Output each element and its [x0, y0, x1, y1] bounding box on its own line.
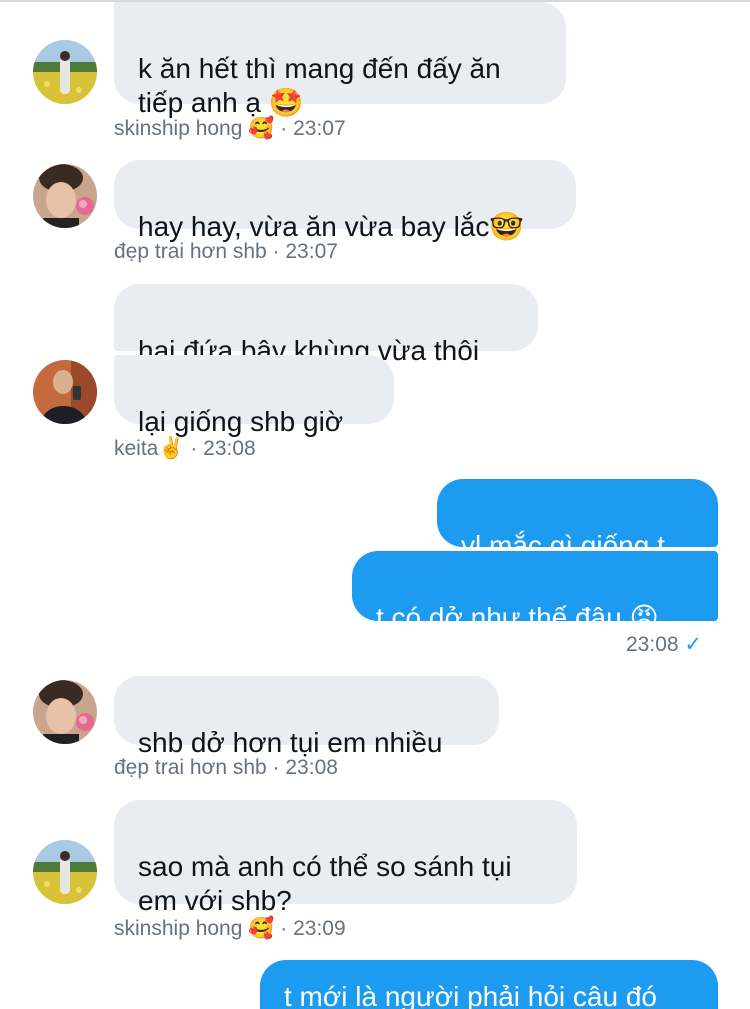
- victory-hand-emoji-icon: ✌️: [158, 436, 185, 460]
- field-photo-avatar-icon: [33, 840, 97, 904]
- timestamp: · 23:09: [280, 917, 346, 940]
- message-text: shb dở hơn tụi em nhiều: [138, 727, 443, 758]
- message-bubble[interactable]: lại giống shb giờ: [114, 355, 394, 437]
- message-meta: đẹp trai hơn shb · 23:07: [114, 240, 338, 264]
- message-meta: skinship hong 🥰 · 23:07: [114, 116, 346, 141]
- avatar-dep-trai-hon-shb[interactable]: [33, 680, 97, 744]
- nerd-face-emoji-icon: 🤓: [489, 210, 525, 243]
- timestamp: · 23:07: [272, 240, 338, 263]
- chat-thread: k ăn hết thì mang đến đấy ăn tiếp anh ạ …: [0, 0, 750, 1009]
- message-bubble[interactable]: sao mà anh có thể so sánh tụi em với shb…: [114, 800, 577, 916]
- sender-name[interactable]: skinship hong: [114, 917, 242, 940]
- message-text: lại giống shb giờ: [138, 406, 344, 437]
- message-bubble[interactable]: vl mắc gì giống t: [437, 479, 718, 561]
- avatar-skinship-hong[interactable]: [33, 840, 97, 904]
- message-meta: skinship hong 🥰 · 23:09: [114, 916, 346, 941]
- sender-name[interactable]: skinship hong: [114, 117, 242, 140]
- message-meta: đẹp trai hơn shb · 23:08: [114, 756, 338, 780]
- mirror-selfie-avatar-icon: [33, 360, 97, 424]
- message-text: t mới là người phải hỏi câu đó: [284, 981, 657, 1009]
- avatar-skinship-hong[interactable]: [33, 40, 97, 104]
- seen-check-icon: ✓: [684, 633, 703, 656]
- smiling-hearts-emoji-icon: 🥰: [248, 916, 275, 940]
- selfie-flower-avatar-icon: [33, 164, 97, 228]
- avatar-dep-trai-hon-shb[interactable]: [33, 164, 97, 228]
- message-bubble[interactable]: shb dở hơn tụi em nhiều: [114, 676, 499, 758]
- message-text: k ăn hết thì mang đến đấy ăn tiếp anh ạ: [138, 53, 501, 118]
- message-meta: 23:08 ✓: [626, 632, 702, 657]
- message-text: t có dở như thế đâu: [376, 602, 622, 633]
- message-bubble[interactable]: t mới là người phải hỏi câu đó: [260, 960, 718, 1009]
- sender-name[interactable]: đẹp trai hơn shb: [114, 756, 267, 779]
- avatar-keita[interactable]: [33, 360, 97, 424]
- field-photo-avatar-icon: [33, 40, 97, 104]
- message-bubble[interactable]: t có dở như thế đâu 😡: [352, 551, 718, 634]
- message-text: hay hay, vừa ăn vừa bay lắc: [138, 211, 490, 242]
- sender-name[interactable]: keita: [114, 437, 158, 460]
- sender-name[interactable]: đẹp trai hơn shb: [114, 240, 267, 263]
- timestamp: · 23:08: [272, 756, 338, 779]
- timestamp: · 23:08: [190, 437, 256, 460]
- star-struck-emoji-icon: 🤩: [268, 86, 304, 119]
- timestamp: 23:08: [626, 633, 679, 656]
- angry-face-emoji-icon: 😡: [629, 601, 659, 634]
- message-text: sao mà anh có thể so sánh tụi em với shb…: [138, 851, 512, 916]
- message-bubble[interactable]: hai đứa bây khùng vừa thôi: [114, 284, 538, 366]
- message-meta: keita✌️ · 23:08: [114, 436, 256, 461]
- smiling-hearts-emoji-icon: 🥰: [248, 116, 275, 140]
- selfie-flower-avatar-icon: [33, 680, 97, 744]
- timestamp: · 23:07: [280, 117, 346, 140]
- message-bubble[interactable]: hay hay, vừa ăn vừa bay lắc🤓: [114, 160, 576, 243]
- message-bubble[interactable]: k ăn hết thì mang đến đấy ăn tiếp anh ạ …: [114, 2, 566, 119]
